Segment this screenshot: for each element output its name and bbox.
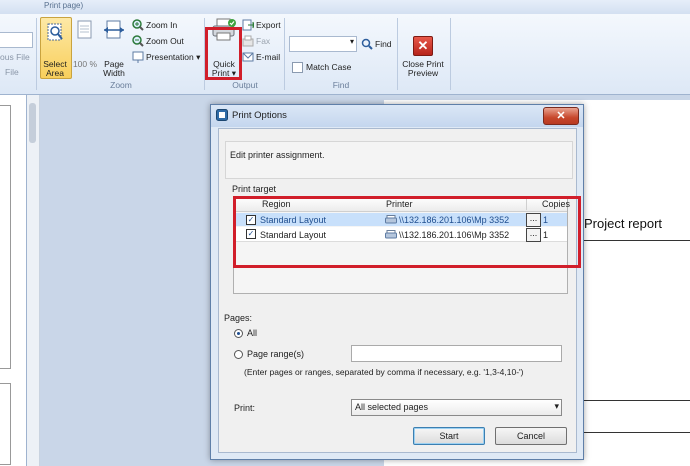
all-radio-label: All	[247, 328, 258, 338]
page-range-input[interactable]	[351, 345, 562, 362]
page-thumbnail[interactable]	[0, 383, 11, 465]
page-list-scrollbar[interactable]	[27, 95, 40, 466]
find-group-label: Find	[332, 80, 350, 90]
dialog-body: Edit printer assignment. Print target Re…	[218, 128, 581, 453]
cancel-button[interactable]: Cancel	[495, 427, 567, 445]
zoom-100-icon	[77, 20, 92, 39]
start-button[interactable]: Start	[413, 427, 485, 445]
dialog-title: Print Options	[232, 110, 287, 121]
report-rule	[570, 432, 690, 433]
page-range-radio[interactable]	[234, 350, 243, 359]
quick-print-highlight	[205, 27, 242, 80]
dialog-description: Edit printer assignment.	[230, 150, 325, 160]
chevron-down-icon: ▾	[349, 37, 354, 46]
match-case-label: Match Case	[306, 62, 352, 72]
print-label: Print:	[234, 403, 256, 413]
ribbon: ous File File Select Area 100 % Page Wid…	[0, 14, 690, 95]
report-rule	[570, 240, 690, 241]
chevron-down-icon: ▾	[196, 52, 201, 62]
page-width-button[interactable]: Page Width	[100, 60, 128, 78]
chevron-down-icon: ▾	[554, 401, 559, 411]
left-partial-combo[interactable]	[0, 32, 33, 48]
find-icon	[361, 38, 373, 50]
zoom-in-button[interactable]: Zoom In	[146, 20, 177, 30]
print-select-value: All selected pages	[355, 402, 429, 412]
zoom-in-icon	[132, 19, 144, 31]
page-range-label: Page range(s)	[247, 349, 305, 359]
all-radio[interactable]	[234, 329, 243, 338]
close-button[interactable]: ✕	[543, 107, 579, 125]
page-range-hint: (Enter pages or ranges, separated by com…	[244, 367, 524, 377]
zoom-out-icon	[132, 35, 144, 47]
page-list-panel	[0, 95, 27, 466]
title-bar: Print page)	[0, 0, 690, 15]
close-icon: ✕	[556, 110, 566, 122]
pages-label: Pages:	[224, 313, 253, 323]
fax-icon	[242, 35, 254, 47]
dialog-title-bar[interactable]: Print Options ✕	[211, 105, 583, 127]
window-title: Print page)	[44, 1, 84, 10]
output-group-label: Output	[232, 80, 258, 90]
print-target-label: Print target	[232, 184, 277, 194]
presentation-label: Presentation	[146, 52, 194, 62]
report-heading: Project report	[584, 216, 663, 231]
description-panel: Edit printer assignment.	[225, 141, 573, 179]
previous-file-label[interactable]: ous File	[0, 52, 30, 62]
email-icon	[242, 52, 254, 62]
close-preview-icon: ✕	[413, 36, 433, 56]
file-label[interactable]: File	[5, 67, 19, 77]
print-select[interactable]: All selected pages ▾	[351, 399, 562, 416]
email-button[interactable]: E-mail	[256, 52, 280, 62]
zoom-100-button[interactable]: 100 %	[72, 60, 98, 69]
page-width-icon	[104, 20, 124, 39]
print-options-dialog: Print Options ✕ Edit printer assignment.…	[210, 104, 584, 460]
export-icon	[242, 19, 254, 31]
fax-button[interactable]: Fax	[256, 36, 270, 46]
presentation-icon	[132, 51, 144, 63]
app-icon	[216, 109, 228, 121]
print-target-highlight	[233, 196, 581, 268]
export-button[interactable]: Export	[256, 20, 281, 30]
report-rule	[570, 400, 690, 401]
match-case-checkbox[interactable]	[292, 62, 303, 73]
select-area-icon	[47, 23, 63, 41]
find-button[interactable]: Find	[375, 39, 392, 49]
page-thumbnail[interactable]	[0, 105, 11, 369]
presentation-button[interactable]: Presentation ▾	[146, 52, 200, 63]
scrollbar-thumb[interactable]	[29, 103, 36, 143]
select-area-label: Select Area	[43, 59, 67, 78]
close-print-preview-button[interactable]: Close Print Preview	[400, 60, 446, 78]
zoom-group-label: Zoom	[110, 80, 132, 90]
find-combo[interactable]: ▾	[289, 36, 357, 52]
zoom-out-button[interactable]: Zoom Out	[146, 36, 184, 46]
